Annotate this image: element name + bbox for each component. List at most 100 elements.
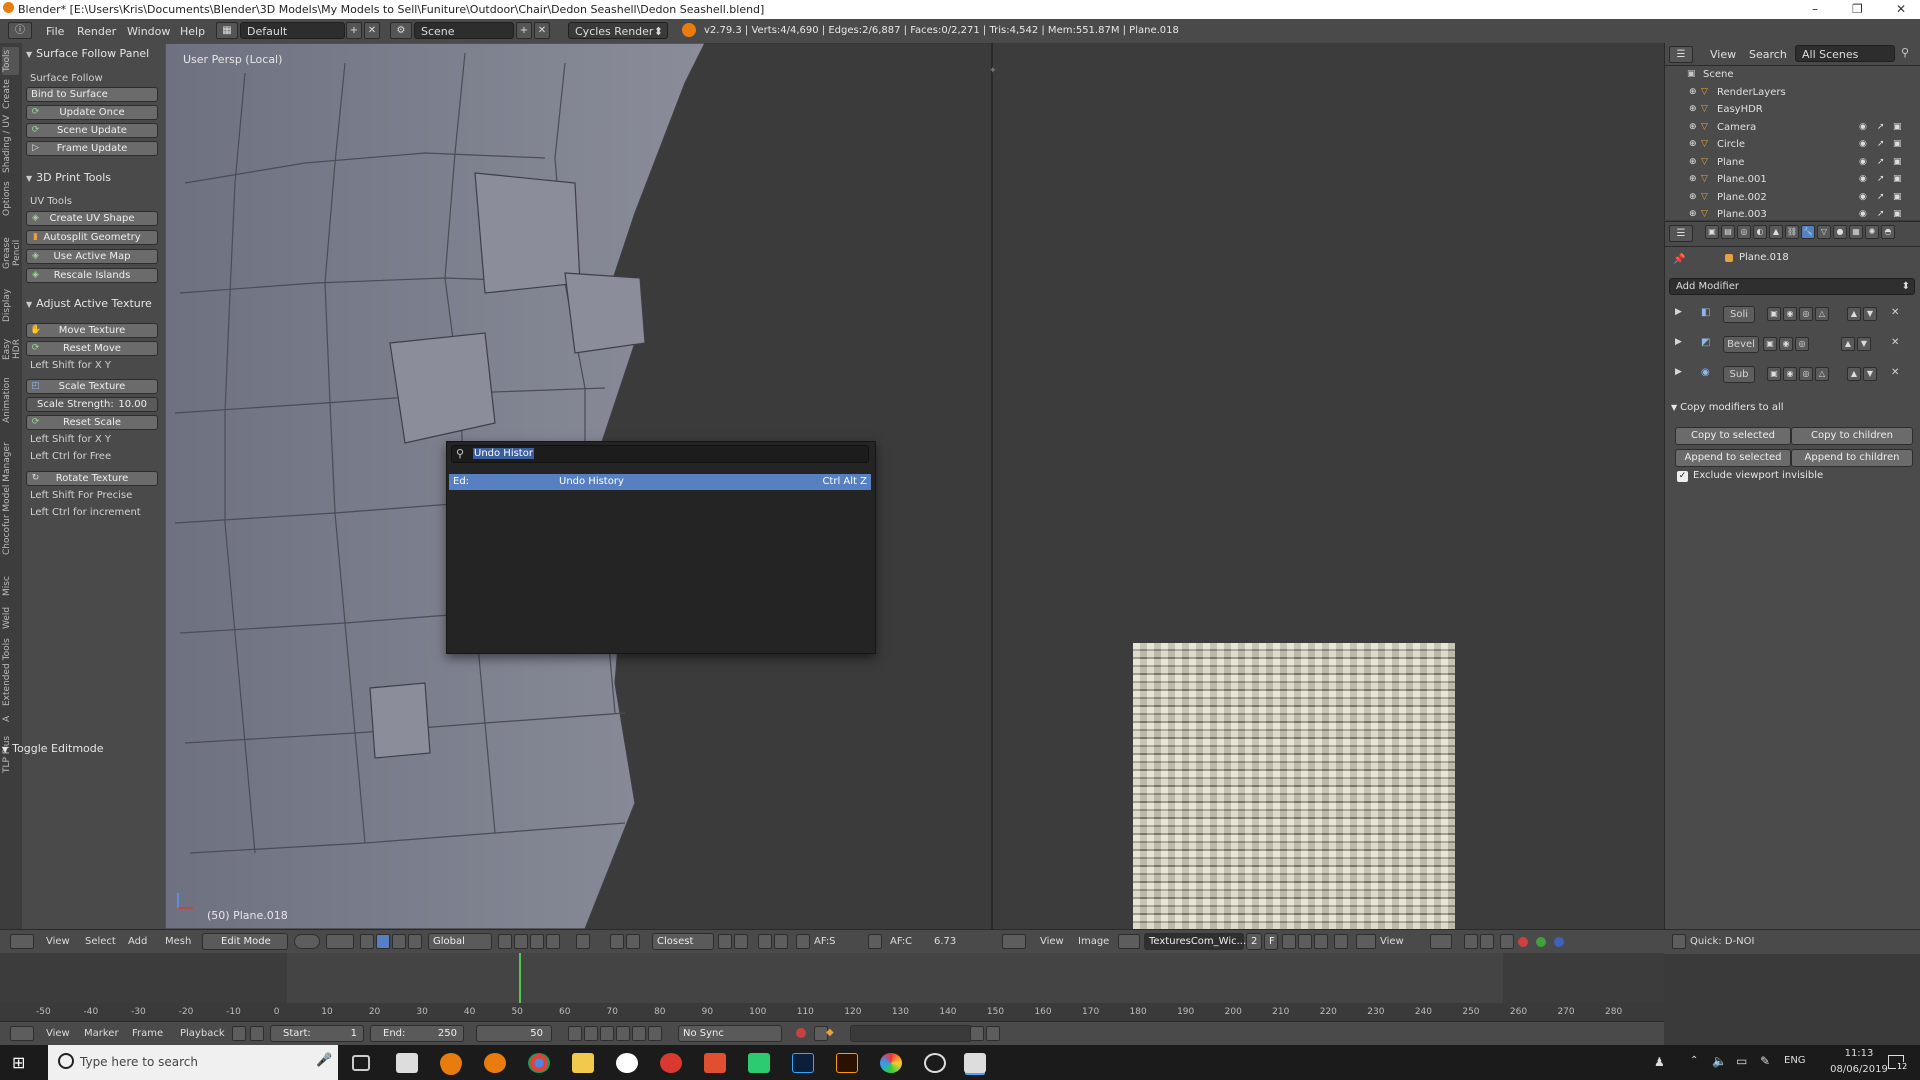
photos-icon[interactable]: [964, 1053, 986, 1073]
record-icon[interactable]: [796, 1028, 806, 1038]
render-layers-tab-icon[interactable]: ▤: [1721, 225, 1735, 239]
tab-weld[interactable]: Weld: [2, 603, 19, 633]
adjust-texture-panel-header[interactable]: ▼ Adjust Active Texture: [26, 297, 152, 310]
quick-denoise-icon[interactable]: [1672, 934, 1686, 949]
keying-set-field[interactable]: [850, 1025, 972, 1042]
update-once-button[interactable]: ⟳ Update Once: [26, 105, 158, 120]
tab-misc[interactable]: Misc: [2, 573, 19, 599]
image-view-menu[interactable]: View: [1040, 936, 1064, 947]
opengl-render-icon[interactable]: [774, 934, 788, 949]
render-toggle-icon[interactable]: ▣: [1893, 122, 1902, 132]
remove-modifier-icon[interactable]: ✕: [1891, 367, 1899, 378]
tab-display[interactable]: Display: [2, 287, 19, 323]
create-uv-shape-button[interactable]: ◈ Create UV Shape: [26, 211, 158, 226]
move-down-icon[interactable]: ▼: [1863, 307, 1877, 321]
viewport-view-menu[interactable]: View: [46, 936, 70, 947]
show-in-edit-mode-icon[interactable]: ▣: [1763, 337, 1777, 351]
toggle-editmode-panel-header[interactable]: ▼ Toggle Editmode: [2, 742, 162, 758]
editor-type-icon[interactable]: [10, 934, 34, 949]
volume-icon[interactable]: 🔈: [1712, 1054, 1727, 1068]
search-icon[interactable]: ⚲: [1901, 46, 1909, 59]
render-camera-icon[interactable]: ◎: [1799, 307, 1813, 321]
selectability-cursor-icon[interactable]: ➚: [1877, 157, 1885, 167]
use-active-map-button[interactable]: ◈ Use Active Map: [26, 249, 158, 264]
selectability-cursor-icon[interactable]: ➚: [1877, 122, 1885, 132]
auto-focus-icon[interactable]: [796, 934, 810, 949]
jump-keyframe-forward-icon[interactable]: [632, 1026, 646, 1041]
outliner-search-menu[interactable]: Search: [1749, 48, 1787, 61]
modifier-row-bevel[interactable]: ▶ ◩ Bevel ▣ ◉ ◎ ▲ ▼ ✕: [1671, 334, 1915, 356]
expand-icon[interactable]: ⊕: [1689, 139, 1697, 149]
network-icon[interactable]: ▭: [1736, 1054, 1747, 1068]
scene-icon[interactable]: ⚙: [390, 22, 412, 39]
pivot-icon[interactable]: [1430, 934, 1452, 949]
tab-easy-hdr[interactable]: Easy HDR: [2, 327, 22, 371]
record-app-icon[interactable]: [660, 1053, 682, 1073]
outliner-item[interactable]: ⊕ ▽ Plane.002 ◉ ➚ ▣: [1665, 190, 1920, 207]
outliner-editor-icon[interactable]: ☰: [1669, 46, 1693, 63]
delete-keyframe-icon[interactable]: [986, 1026, 1000, 1041]
quick-denoise-label[interactable]: Quick: D-NOI: [1690, 936, 1754, 947]
copy-modifiers-panel-header[interactable]: ▼ Copy modifiers to all: [1671, 402, 1784, 413]
append-to-children-button[interactable]: Append to children: [1791, 449, 1913, 467]
selectability-cursor-icon[interactable]: ➚: [1877, 174, 1885, 184]
end-frame-field[interactable]: End: 250: [370, 1025, 464, 1042]
expand-icon[interactable]: ⊕: [1689, 157, 1697, 167]
outliner-scene-filter[interactable]: All Scenes: [1795, 45, 1895, 62]
sync-selection-icon[interactable]: [1464, 934, 1478, 949]
sync-mode-select[interactable]: No Sync: [678, 1025, 782, 1042]
expand-icon[interactable]: ⊕: [1689, 192, 1697, 202]
expand-triangle-icon[interactable]: ▶: [1675, 367, 1682, 377]
render-toggle-icon[interactable]: ▣: [1893, 139, 1902, 149]
taskbar-search-box[interactable]: Type here to search 🎤: [48, 1045, 338, 1080]
area-split-handle-icon[interactable]: ✦: [989, 66, 997, 76]
outliner-item[interactable]: ⊕ ▽ Camera ◉ ➚ ▣: [1665, 120, 1920, 137]
scene-field[interactable]: Scene: [414, 22, 514, 39]
timeline-ruler[interactable]: -50 -40 -30 -20 -10 0 10 20 30 40 50 60 70 80 90 100 110…: [0, 1003, 1664, 1021]
minimize-button[interactable]: –: [1812, 2, 1818, 16]
snap-target-select[interactable]: Closest: [652, 933, 714, 950]
focus-value[interactable]: 6.73: [934, 936, 956, 947]
scene-update-button[interactable]: ⟳ Scene Update: [26, 123, 158, 138]
move-up-icon[interactable]: ▲: [1841, 337, 1855, 351]
visibility-eye-icon[interactable]: ◉: [1859, 139, 1867, 149]
image-editor-type-icon[interactable]: [1002, 934, 1026, 949]
expand-icon[interactable]: ⊕: [1689, 87, 1697, 97]
viewport-mesh-menu[interactable]: Mesh: [165, 936, 191, 947]
face-select-icon[interactable]: [546, 934, 560, 949]
snap-element-icon[interactable]: [626, 934, 640, 949]
current-frame-indicator[interactable]: [519, 953, 522, 1003]
jump-keyframe-back-icon[interactable]: [584, 1026, 598, 1041]
outliner-item[interactable]: ⊕ ▽ Plane.001 ◉ ➚ ▣: [1665, 172, 1920, 189]
image-browse-icon[interactable]: [1118, 934, 1140, 949]
timeline-playback-menu[interactable]: Playback: [180, 1028, 225, 1039]
render-engine-select[interactable]: Cycles Render ⬍: [568, 22, 668, 39]
remove-scene-icon[interactable]: ✕: [534, 22, 550, 39]
unlink-image-icon[interactable]: [1314, 934, 1328, 949]
snap-project-icon[interactable]: [734, 934, 748, 949]
remove-modifier-icon[interactable]: ✕: [1891, 337, 1899, 348]
fake-user-toggle[interactable]: F: [1264, 933, 1278, 950]
task-view-icon[interactable]: [352, 1055, 370, 1071]
pin-icon[interactable]: 📌: [1673, 254, 1685, 265]
render-toggle-icon[interactable]: ▣: [1893, 174, 1902, 184]
tab-create[interactable]: Create: [2, 79, 19, 109]
expand-triangle-icon[interactable]: ▶: [1675, 337, 1682, 347]
layout-field[interactable]: Default: [240, 22, 345, 39]
photoshop-icon[interactable]: [792, 1053, 814, 1073]
show-hidden-icons-icon[interactable]: ⌃: [1690, 1055, 1698, 1066]
visibility-eye-icon[interactable]: ◉: [1859, 192, 1867, 202]
properties-editor-icon[interactable]: ☰: [1669, 225, 1693, 242]
render-preview-icon[interactable]: [758, 934, 772, 949]
modifiers-tab-icon[interactable]: 🔧: [1801, 225, 1815, 239]
add-scene-icon[interactable]: +: [516, 22, 532, 39]
expand-icon[interactable]: ⊕: [1689, 209, 1697, 219]
current-frame-field[interactable]: 50: [476, 1025, 552, 1042]
sticky-select-icon[interactable]: [1500, 934, 1514, 949]
show-in-edit-mode-icon[interactable]: ▣: [1767, 307, 1781, 321]
exclude-invisible-checkbox[interactable]: ✓: [1677, 471, 1688, 482]
play-reverse-icon[interactable]: [600, 1026, 614, 1041]
move-texture-button[interactable]: ✋ Move Texture: [26, 323, 158, 338]
maximize-button[interactable]: ❐: [1852, 2, 1863, 16]
blender-alt-taskbar-icon[interactable]: [484, 1053, 506, 1073]
